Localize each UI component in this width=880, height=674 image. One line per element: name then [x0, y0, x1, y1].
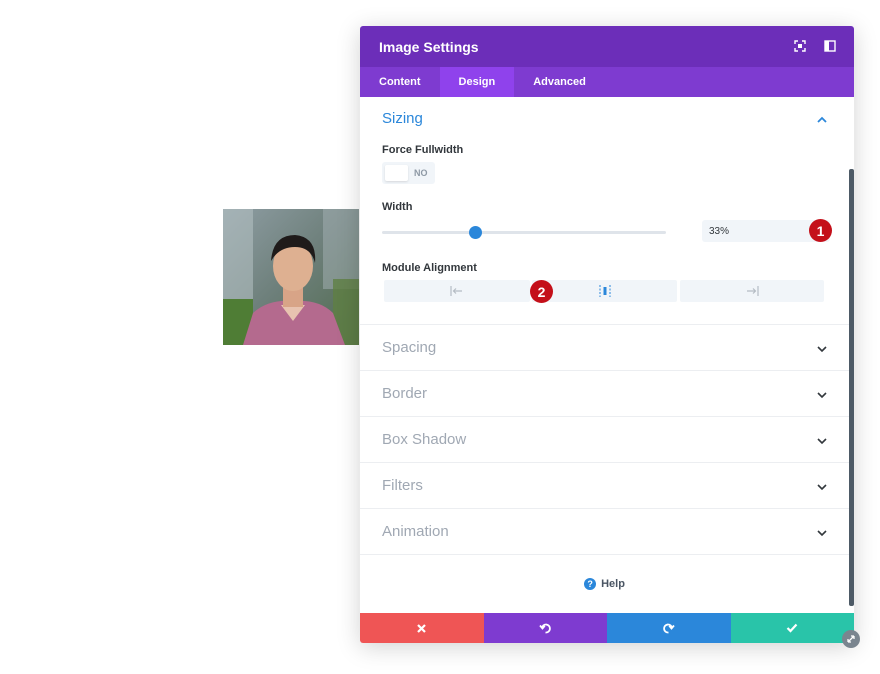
align-right-button[interactable]: [680, 280, 824, 302]
section-divider: [360, 416, 849, 417]
fullscreen-icon[interactable]: [793, 39, 807, 53]
save-button[interactable]: [730, 613, 854, 643]
help-link[interactable]: ? Help: [360, 578, 849, 590]
check-icon: [786, 623, 798, 633]
resize-handle[interactable]: [842, 630, 860, 648]
spacing-section-toggle[interactable]: Spacing: [382, 339, 436, 356]
section-divider: [360, 508, 849, 509]
width-slider-track[interactable]: [382, 231, 666, 234]
help-icon: ?: [584, 578, 597, 590]
align-right-icon: [747, 286, 759, 296]
close-icon: [417, 623, 427, 633]
split-view-icon[interactable]: [823, 39, 837, 53]
section-divider: [360, 370, 849, 371]
image-settings-modal: Image Settings Content Design Advanced S…: [360, 26, 854, 643]
align-center-icon: [599, 285, 610, 297]
chevron-down-icon[interactable]: [816, 481, 828, 493]
redo-button[interactable]: [607, 613, 731, 643]
animation-section-toggle[interactable]: Animation: [382, 523, 449, 540]
border-section-toggle[interactable]: Border: [382, 385, 427, 402]
tab-design[interactable]: Design: [439, 67, 515, 97]
align-left-icon: [450, 286, 462, 296]
align-center-button[interactable]: [532, 280, 677, 302]
chevron-down-icon[interactable]: [816, 343, 828, 355]
chevron-down-icon[interactable]: [816, 527, 828, 539]
section-divider: [360, 554, 849, 555]
tab-advanced[interactable]: Advanced: [514, 67, 605, 97]
force-fullwidth-toggle[interactable]: NO: [382, 162, 435, 184]
undo-icon: [539, 623, 551, 633]
chevron-down-icon[interactable]: [816, 435, 828, 447]
section-divider: [360, 462, 849, 463]
discard-button[interactable]: [360, 613, 484, 643]
filters-section-toggle[interactable]: Filters: [382, 477, 423, 494]
width-label: Width: [382, 201, 413, 213]
toggle-knob: [385, 165, 408, 181]
tab-content[interactable]: Content: [360, 67, 440, 97]
toggle-value: NO: [414, 168, 428, 178]
chevron-up-icon[interactable]: [816, 114, 828, 126]
sizing-section-toggle[interactable]: Sizing: [382, 110, 423, 127]
box-shadow-section-toggle[interactable]: Box Shadow: [382, 431, 466, 448]
undo-button[interactable]: [483, 613, 607, 643]
width-slider-thumb[interactable]: [469, 226, 483, 239]
modal-header: Image Settings: [360, 26, 854, 67]
chevron-down-icon[interactable]: [816, 389, 828, 401]
align-left-button[interactable]: [384, 280, 530, 302]
section-divider: [360, 324, 849, 325]
module-alignment-label: Module Alignment: [382, 262, 477, 274]
modal-footer: [360, 613, 854, 643]
scrollbar[interactable]: [849, 169, 854, 606]
settings-body: Sizing Force Fullwidth NO Width 33% 1 Mo…: [360, 97, 854, 613]
image-module-photo[interactable]: [223, 209, 359, 345]
resize-icon: [847, 635, 855, 643]
help-label: Help: [601, 578, 625, 590]
annotation-badge-1: 1: [809, 219, 832, 242]
portrait-photo: [223, 209, 359, 345]
annotation-badge-2: 2: [530, 280, 553, 303]
tab-bar: Content Design Advanced: [360, 67, 854, 97]
redo-icon: [663, 623, 675, 633]
force-fullwidth-label: Force Fullwidth: [382, 144, 464, 156]
modal-title: Image Settings: [379, 38, 479, 55]
